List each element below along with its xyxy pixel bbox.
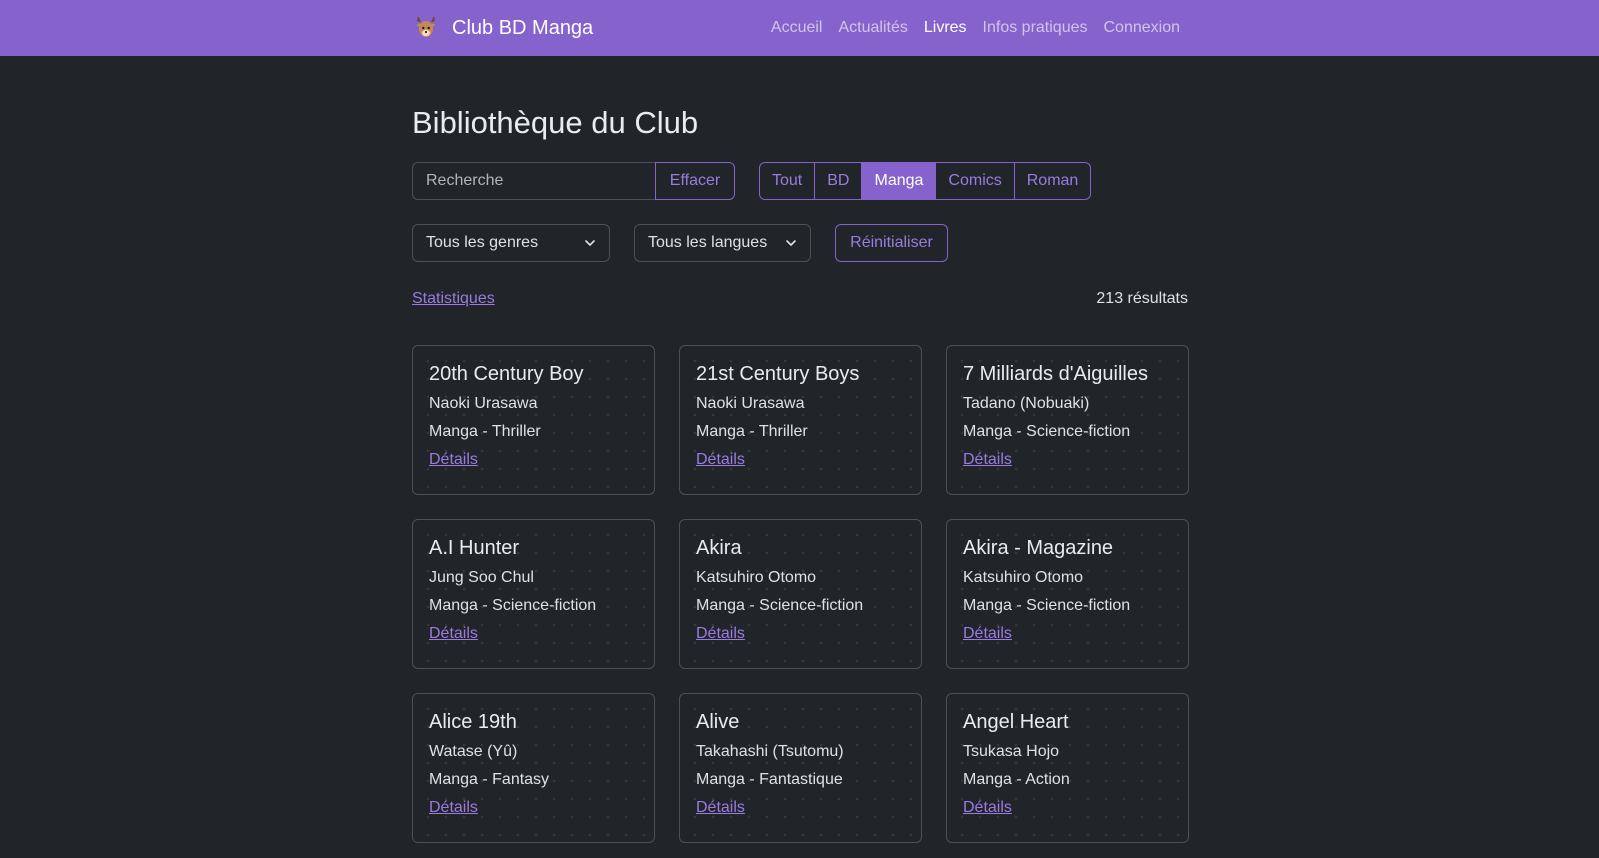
book-details-link[interactable]: Détails	[963, 624, 1012, 644]
book-card: 20th Century Boy Naoki Urasawa Manga - T…	[412, 345, 655, 496]
book-details-link[interactable]: Détails	[696, 798, 745, 818]
book-card: Alice 19th Watase (Yû) Manga - Fantasy D…	[412, 693, 655, 844]
book-category: Manga - Science-fiction	[429, 597, 597, 615]
book-title: 20th Century Boy	[429, 363, 584, 386]
book-author: Watase (Yû)	[429, 743, 518, 761]
book-details-link[interactable]: Détails	[696, 624, 745, 644]
language-select-value: Tous les langues	[648, 234, 768, 252]
book-card: 21st Century Boys Naoki Urasawa Manga - …	[679, 345, 922, 496]
book-details-link[interactable]: Détails	[963, 450, 1012, 470]
book-author: Tadano (Nobuaki)	[963, 395, 1090, 413]
book-details-link[interactable]: Détails	[963, 798, 1012, 818]
book-category: Manga - Science-fiction	[696, 597, 864, 615]
navbar-inner: Club BD Manga Accueil Actualités Livres …	[412, 0, 1188, 56]
book-author: Tsukasa Hojo	[963, 743, 1060, 761]
book-title: Akira - Magazine	[963, 537, 1114, 560]
category-bd-button[interactable]: BD	[814, 162, 863, 201]
nav-link-livres[interactable]: Livres	[924, 19, 967, 37]
book-card: Akira - Magazine Katsuhiro Otomo Manga -…	[946, 519, 1189, 670]
book-grid: 20th Century Boy Naoki Urasawa Manga - T…	[412, 345, 1189, 844]
main-content: Bibliothèque du Club Effacer Tout BD Man…	[412, 56, 1189, 844]
book-author: Naoki Urasawa	[429, 395, 538, 413]
chevron-down-icon	[786, 240, 796, 246]
nav-link-accueil[interactable]: Accueil	[771, 19, 823, 37]
book-author: Takahashi (Tsutomu)	[696, 743, 844, 761]
book-title: Akira	[696, 537, 742, 560]
book-card: Angel Heart Tsukasa Hojo Manga - Action …	[946, 693, 1189, 844]
reset-filters-button[interactable]: Réinitialiser	[835, 224, 948, 263]
book-category: Manga - Action	[963, 771, 1070, 789]
deer-mascot-icon	[416, 16, 436, 37]
category-manga-button[interactable]: Manga	[861, 162, 937, 201]
book-card: 7 Milliards d'Aiguilles Tadano (Nobuaki)…	[946, 345, 1189, 496]
book-author: Katsuhiro Otomo	[963, 569, 1084, 587]
search-group: Effacer	[412, 162, 735, 201]
results-count: 213 résultats	[1096, 290, 1188, 308]
book-card: Akira Katsuhiro Otomo Manga - Science-fi…	[679, 519, 922, 670]
book-title: A.I Hunter	[429, 537, 520, 560]
book-author: Naoki Urasawa	[696, 395, 805, 413]
nav-link-infos-pratiques[interactable]: Infos pratiques	[983, 19, 1088, 37]
page-title: Bibliothèque du Club	[412, 105, 699, 140]
book-card: A.I Hunter Jung Soo Chul Manga - Science…	[412, 519, 655, 670]
brand-name: Club BD Manga	[452, 16, 594, 39]
book-title: Alive	[696, 711, 740, 734]
statistics-link[interactable]: Statistiques	[412, 290, 495, 308]
search-input[interactable]	[412, 162, 655, 201]
book-category: Manga - Fantasy	[429, 771, 550, 789]
book-category: Manga - Fantastique	[696, 771, 843, 789]
filter-row: Tous les genres Tous les langues Réiniti…	[412, 224, 1188, 263]
book-category: Manga - Science-fiction	[963, 423, 1131, 441]
book-author: Katsuhiro Otomo	[696, 569, 817, 587]
category-filter-group: Tout BD Manga Comics Roman	[759, 162, 1092, 201]
category-roman-button[interactable]: Roman	[1013, 162, 1092, 201]
book-title: Alice 19th	[429, 711, 517, 734]
book-category: Manga - Thriller	[429, 423, 541, 441]
book-details-link[interactable]: Détails	[429, 798, 478, 818]
brand[interactable]: Club BD Manga	[412, 14, 593, 42]
book-title: Angel Heart	[963, 711, 1069, 734]
book-author: Jung Soo Chul	[429, 569, 534, 587]
search-and-category-row: Effacer Tout BD Manga Comics Roman	[412, 162, 1188, 201]
book-card: Alive Takahashi (Tsutomu) Manga - Fantas…	[679, 693, 922, 844]
category-tout-button[interactable]: Tout	[759, 162, 816, 201]
chevron-down-icon	[585, 240, 595, 246]
nav-links: Accueil Actualités Livres Infos pratique…	[771, 19, 1180, 37]
nav-link-actualites[interactable]: Actualités	[838, 19, 907, 37]
category-comics-button[interactable]: Comics	[935, 162, 1015, 201]
book-details-link[interactable]: Détails	[696, 450, 745, 470]
top-navbar: Club BD Manga Accueil Actualités Livres …	[0, 0, 1599, 56]
summary-row: Statistiques 213 résultats	[412, 287, 1188, 311]
book-details-link[interactable]: Détails	[429, 450, 478, 470]
nav-link-connexion[interactable]: Connexion	[1104, 19, 1181, 37]
clear-search-button[interactable]: Effacer	[655, 162, 735, 201]
book-category: Manga - Science-fiction	[963, 597, 1131, 615]
book-title: 7 Milliards d'Aiguilles	[963, 363, 1148, 386]
genre-select-value: Tous les genres	[426, 234, 539, 252]
book-details-link[interactable]: Détails	[429, 624, 478, 644]
book-title: 21st Century Boys	[696, 363, 860, 386]
genre-select[interactable]: Tous les genres	[412, 224, 610, 263]
language-select[interactable]: Tous les langues	[634, 224, 811, 263]
book-category: Manga - Thriller	[696, 423, 808, 441]
